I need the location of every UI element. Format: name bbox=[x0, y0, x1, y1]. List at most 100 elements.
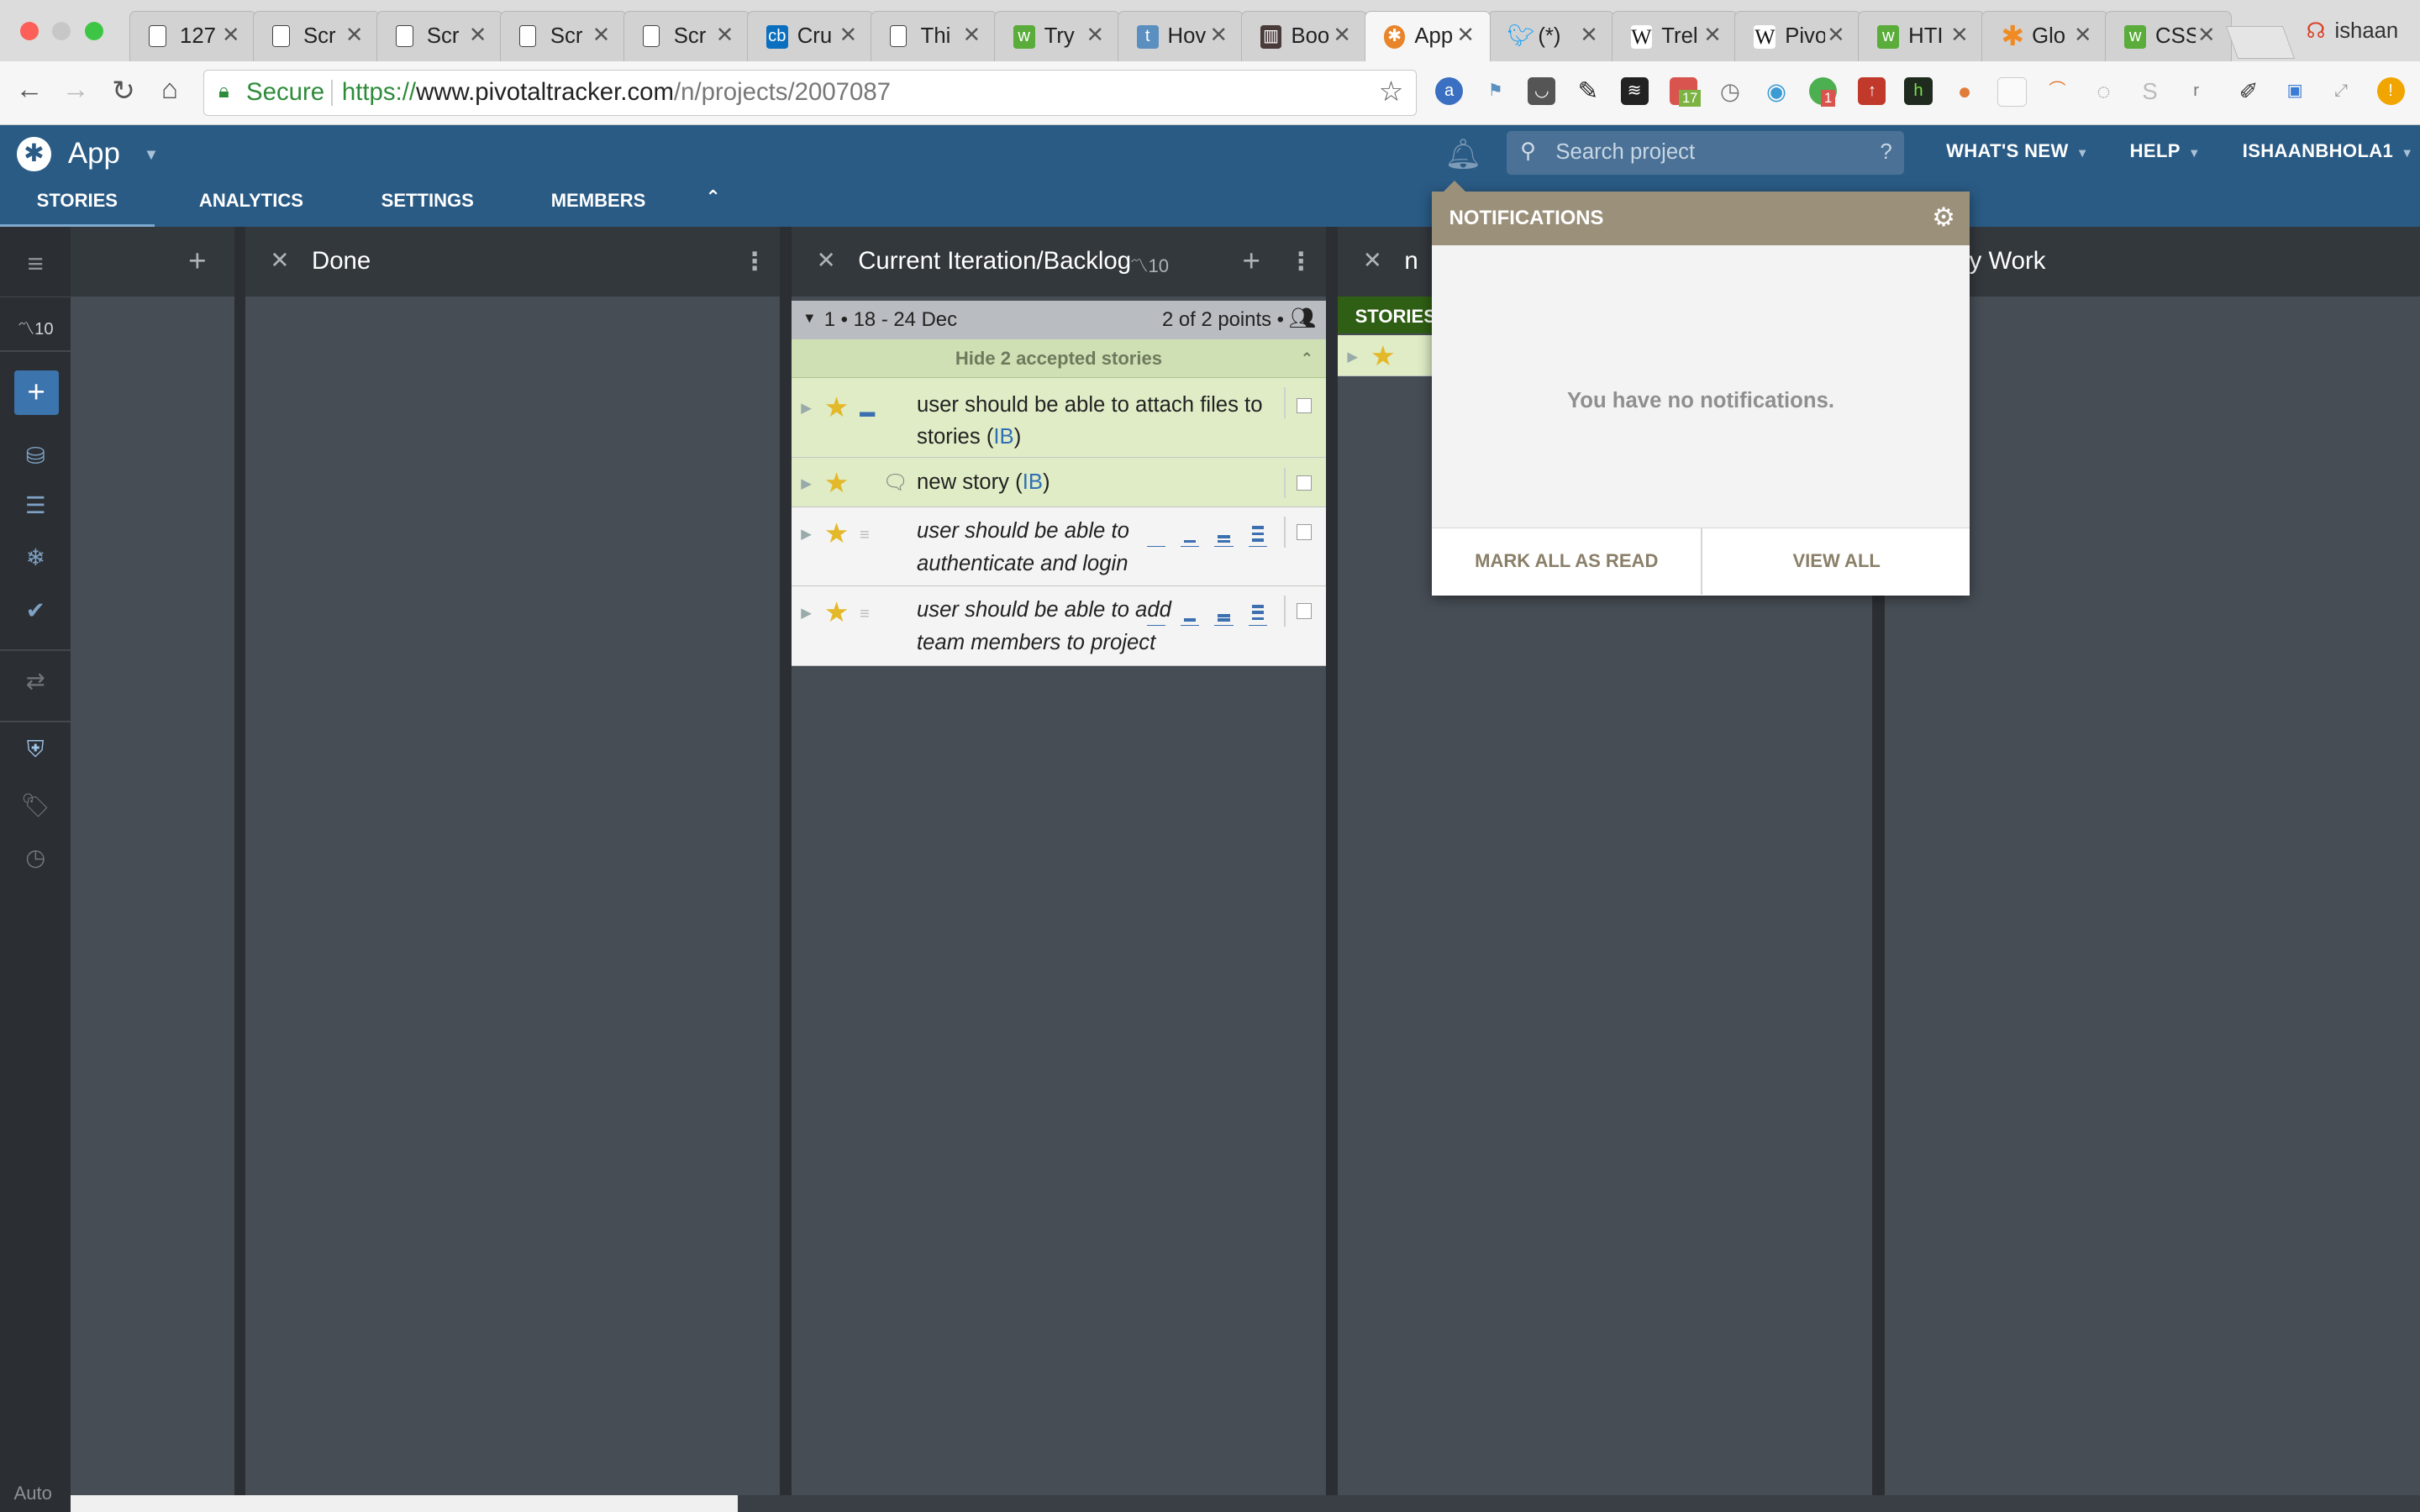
extension-h-icon[interactable]: h bbox=[1904, 76, 1933, 105]
close-panel-icon[interactable]: ✕ bbox=[817, 247, 836, 274]
tab-stories[interactable]: STORIES bbox=[0, 190, 155, 228]
close-tab-icon[interactable]: ✕ bbox=[1703, 23, 1722, 48]
browser-tab[interactable]: W Trel ✕ bbox=[1611, 10, 1739, 62]
estimate-3-button[interactable] bbox=[1248, 604, 1267, 626]
search-project-input[interactable]: ⚲ Search project ? bbox=[1506, 131, 1905, 175]
extension-r-icon[interactable]: r bbox=[2182, 77, 2210, 105]
tab-analytics[interactable]: ANALYTICS bbox=[199, 190, 303, 212]
browser-tab[interactable]: ▥ Boo ✕ bbox=[1240, 10, 1368, 62]
browser-tab[interactable]: Scr ✕ bbox=[623, 10, 750, 62]
close-tab-icon[interactable]: ✕ bbox=[1456, 23, 1475, 48]
extension-feather-icon[interactable]: ✎ bbox=[1574, 77, 1602, 105]
shield-star-icon[interactable]: ⛨ bbox=[0, 736, 71, 764]
browser-tab[interactable]: Scr ✕ bbox=[253, 10, 380, 62]
close-panel-icon[interactable]: ✕ bbox=[1363, 247, 1382, 274]
hamburger-menu-icon[interactable]: ≡ bbox=[0, 249, 71, 281]
story-row[interactable]: ▶ ★ 🗨︎ new story (IB) bbox=[792, 458, 1326, 508]
address-bar[interactable]: 🔒︎ Secure https://www.pivotaltracker.com… bbox=[203, 69, 1418, 116]
extension-graph-icon[interactable]: ⌒ bbox=[2044, 77, 2071, 105]
story-select-checkbox[interactable] bbox=[1296, 603, 1313, 619]
close-tab-icon[interactable]: ✕ bbox=[716, 23, 734, 48]
estimate-2-button[interactable] bbox=[1214, 531, 1234, 548]
view-all-button[interactable]: VIEW ALL bbox=[1702, 550, 1971, 572]
close-window-button[interactable] bbox=[19, 21, 39, 40]
hide-accepted-stories-toggle[interactable]: Hide 2 accepted stories ⌃ bbox=[792, 339, 1326, 378]
labels-tag-icon[interactable]: 🏷︎ bbox=[0, 791, 71, 819]
extension-orb-icon[interactable]: ● bbox=[1951, 77, 1979, 105]
panel-menu-icon[interactable]: ⋮ bbox=[742, 247, 766, 276]
close-tab-icon[interactable]: ✕ bbox=[345, 23, 364, 48]
browser-tab[interactable]: W Pivo ✕ bbox=[1734, 10, 1862, 62]
close-tab-icon[interactable]: ✕ bbox=[1209, 23, 1228, 48]
estimate-0-button[interactable] bbox=[1146, 609, 1165, 626]
minimize-window-button[interactable] bbox=[52, 21, 71, 40]
expand-story-icon[interactable]: ▶ bbox=[801, 475, 812, 492]
estimate-1-button[interactable] bbox=[1181, 531, 1200, 548]
estimate-3-button[interactable] bbox=[1248, 526, 1267, 548]
extension-green-icon[interactable]: 1 bbox=[1808, 76, 1837, 107]
search-help-icon[interactable]: ? bbox=[1880, 140, 1891, 165]
browser-tab[interactable]: 127 ✕ bbox=[129, 10, 256, 62]
close-panel-icon[interactable]: ✕ bbox=[270, 247, 289, 274]
estimate-1-button[interactable] bbox=[1181, 609, 1200, 626]
tab-members[interactable]: MEMBERS bbox=[551, 190, 646, 212]
close-tab-icon[interactable]: ✕ bbox=[963, 23, 981, 48]
chrome-update-icon[interactable]: ! bbox=[2376, 76, 2405, 105]
new-tab-button[interactable] bbox=[2225, 26, 2296, 59]
project-menu-caret-icon[interactable]: ▼ bbox=[144, 145, 159, 164]
extension-blank-icon[interactable] bbox=[1996, 76, 2027, 107]
backlog-list-icon[interactable]: ☰ bbox=[0, 492, 71, 519]
extension-ball-icon[interactable]: ◌ bbox=[2090, 77, 2118, 105]
extension-blue-icon[interactable]: ▣ bbox=[2281, 77, 2309, 105]
back-icon[interactable]: ← bbox=[13, 74, 46, 106]
estimate-0-button[interactable] bbox=[1146, 531, 1165, 548]
story-select-checkbox[interactable] bbox=[1296, 475, 1313, 491]
eyedropper-icon[interactable]: ✐ bbox=[2235, 77, 2263, 105]
whats-new-menu[interactable]: WHAT'S NEW ▼ bbox=[1946, 140, 2089, 162]
browser-tab[interactable]: ✱ Glo ✕ bbox=[1981, 10, 2108, 62]
project-name[interactable]: App bbox=[68, 137, 120, 171]
close-tab-icon[interactable]: ✕ bbox=[839, 23, 858, 48]
collapse-header-icon[interactable]: ⌃ bbox=[705, 186, 720, 208]
browser-tab[interactable]: t Hov ✕ bbox=[1117, 10, 1244, 62]
tracker-logo-icon[interactable]: ✱ bbox=[17, 137, 51, 171]
close-tab-icon[interactable]: ✕ bbox=[1827, 23, 1845, 48]
add-story-icon[interactable]: + bbox=[1243, 244, 1260, 279]
browser-tab[interactable]: w HTI ✕ bbox=[1858, 10, 1985, 62]
close-tab-icon[interactable]: ✕ bbox=[1580, 23, 1598, 48]
close-tab-icon[interactable]: ✕ bbox=[2197, 23, 2216, 48]
calendar-icon[interactable]: 17 bbox=[1670, 76, 1702, 107]
browser-tab[interactable]: Scr ✕ bbox=[376, 10, 503, 62]
expand-story-icon[interactable]: ▶ bbox=[1347, 349, 1358, 365]
close-tab-icon[interactable]: ✕ bbox=[222, 23, 240, 48]
panel-add-icon[interactable]: + bbox=[188, 244, 206, 279]
add-story-button[interactable]: + bbox=[13, 370, 59, 416]
profile-button[interactable]: ☊ ishaan bbox=[2307, 18, 2399, 44]
iteration-header[interactable]: ▼ 1 • 18 - 24 Dec 2 of 2 points • 👥︎ bbox=[792, 301, 1326, 340]
extension-red-icon[interactable]: ↑ bbox=[1858, 76, 1886, 105]
close-tab-icon[interactable]: ✕ bbox=[1950, 23, 1969, 48]
browser-tab[interactable]: 🐦︎ (*) ✕ bbox=[1487, 10, 1615, 62]
pocket-icon[interactable]: ◡ bbox=[1528, 76, 1556, 105]
tab-settings[interactable]: SETTINGS bbox=[381, 190, 474, 212]
home-icon[interactable]: ⌂ bbox=[153, 74, 187, 106]
browser-tab[interactable]: cb Cru ✕ bbox=[746, 10, 874, 62]
fullscreen-window-button[interactable] bbox=[85, 21, 104, 40]
story-row[interactable]: ▶ ★ ≡ user should be able to authenticat… bbox=[792, 507, 1326, 608]
story-row[interactable]: ▶ ★ bbox=[1338, 334, 1434, 377]
fullscreen-icon[interactable]: ⤢ bbox=[2328, 77, 2355, 105]
auto-label[interactable]: Auto bbox=[14, 1483, 52, 1504]
story-select-checkbox[interactable] bbox=[1296, 397, 1313, 414]
user-menu[interactable]: ISHAANBHOLA1 ▼ bbox=[2243, 140, 2414, 162]
close-tab-icon[interactable]: ✕ bbox=[1333, 23, 1351, 48]
browser-tab[interactable]: Scr ✕ bbox=[500, 10, 627, 62]
team-strength-icon[interactable]: 👥︎ bbox=[1289, 306, 1317, 331]
horizontal-scrollbar[interactable] bbox=[71, 1494, 2420, 1512]
epics-toggle-icon[interactable]: ⇄ bbox=[0, 668, 71, 695]
browser-tab-active[interactable]: ✱ App ✕ bbox=[1364, 10, 1491, 62]
extension-a-icon[interactable]: a bbox=[1435, 76, 1464, 105]
my-work-icon[interactable]: ⛁ bbox=[0, 443, 71, 470]
estimate-2-button[interactable] bbox=[1214, 609, 1234, 626]
story-row[interactable]: ▶ ★ ≡ user should be able to add team me… bbox=[792, 585, 1326, 667]
history-clock-icon[interactable]: ◷ bbox=[0, 844, 71, 871]
